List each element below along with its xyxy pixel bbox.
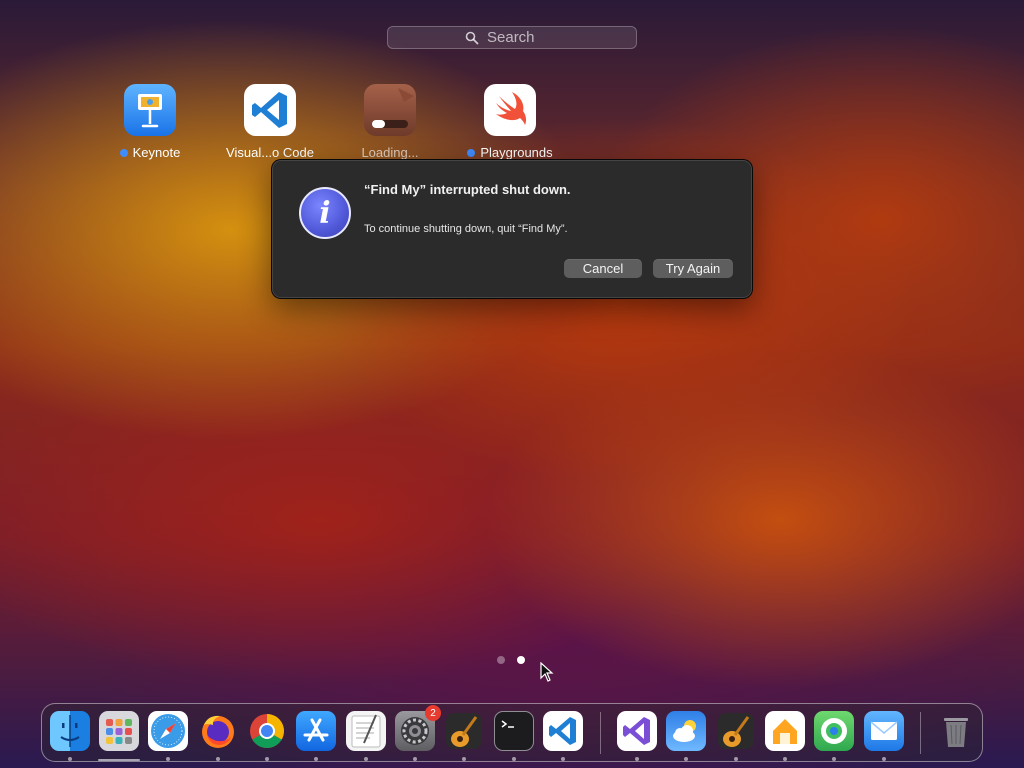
page-indicator-1[interactable] [497,656,505,664]
app-label: Loading... [361,145,419,160]
mouse-pointer-icon [540,662,554,682]
dock: 2 [41,703,983,762]
launchpad-active-indicator [98,759,140,761]
try-again-button[interactable]: Try Again [653,259,733,278]
running-indicator [684,757,688,761]
loading-app-icon [364,84,416,136]
settings-icon[interactable]: 2 [395,705,441,751]
app-store-icon[interactable] [296,711,336,751]
launchpad-search-field[interactable] [387,26,637,49]
app-label: Keynote [132,145,181,160]
weather-icon[interactable] [666,711,706,751]
running-indicator [413,757,417,761]
dialog-message: To continue shutting down, quit “Find My… [364,223,568,235]
running-indicator [68,757,72,761]
mail-icon[interactable] [864,711,904,751]
loading-progress-fill [372,120,385,128]
new-app-indicator [467,148,476,157]
home-icon[interactable] [765,711,805,751]
page-indicator-2[interactable] [517,656,525,664]
visual-studio-icon[interactable] [617,711,657,751]
vscode-icon [244,84,296,136]
launchpad-app-keynote[interactable]: Keynote [85,84,215,160]
terminal-icon[interactable] [494,711,534,751]
dock-separator [600,712,601,754]
running-indicator [734,757,738,761]
search-input[interactable] [485,28,559,47]
dialog-title: “Find My” interrupted shut down. [364,182,571,197]
launchpad-app-vscode[interactable]: Visual...o Code [205,84,335,160]
running-indicator [314,757,318,761]
running-indicator [561,757,565,761]
running-indicator [882,757,886,761]
new-app-indicator [119,148,128,157]
find-my-icon[interactable] [814,711,854,751]
running-indicator [216,757,220,761]
vscode-icon[interactable] [543,711,583,751]
safari-icon[interactable] [148,711,188,751]
running-indicator [635,757,639,761]
running-indicator [783,757,787,761]
keynote-icon [124,84,176,136]
app-label: Visual...o Code [226,145,314,160]
dock-separator [920,712,921,754]
garageband-icon[interactable] [444,711,484,751]
launchpad-app-playgrounds[interactable]: Playgrounds [445,84,575,160]
chrome-icon[interactable] [247,711,287,751]
firefox-icon[interactable] [198,711,238,751]
running-indicator [166,757,170,761]
info-icon: i [299,187,351,239]
search-icon [465,31,479,44]
cancel-button[interactable]: Cancel [564,259,642,278]
launchpad-icon[interactable] [99,711,139,751]
running-indicator [512,757,516,761]
textedit-icon[interactable] [346,711,386,751]
launchpad-app-loading[interactable]: Loading... [325,84,455,160]
trash-icon[interactable] [936,711,976,751]
alert-dialog: i “Find My” interrupted shut down. To co… [271,159,753,299]
running-indicator [265,757,269,761]
notification-badge: 2 [425,705,441,721]
running-indicator [832,757,836,761]
swift-playgrounds-icon [484,84,536,136]
garageband-icon[interactable] [716,711,756,751]
running-indicator [364,757,368,761]
app-label: Playgrounds [480,145,553,160]
finder-icon[interactable] [50,711,90,751]
running-indicator [462,757,466,761]
